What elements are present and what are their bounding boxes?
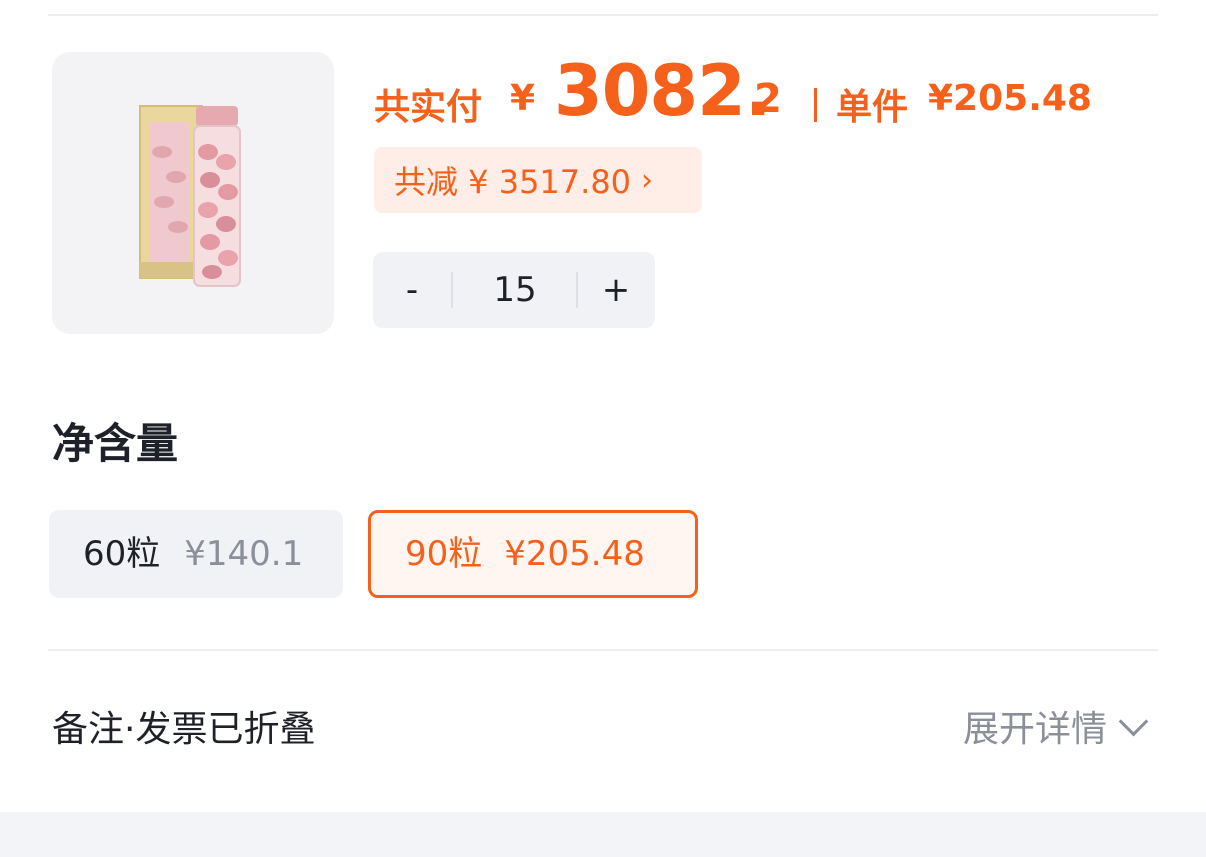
price-separator xyxy=(814,88,817,122)
total-price-decimal: 2 xyxy=(754,76,782,122)
chevron-down-icon xyxy=(1118,706,1149,736)
expand-details-button[interactable]: 展开详情 xyxy=(962,700,1149,752)
unit-price: ¥205.48 xyxy=(928,78,1092,119)
product-bottle-icon xyxy=(139,105,241,287)
section-divider xyxy=(48,649,1158,651)
total-price-label: 共实付 xyxy=(374,87,483,128)
expand-details-label: 展开详情 xyxy=(962,709,1107,750)
increment-button[interactable]: + xyxy=(577,252,655,328)
spec-option-price: ¥140.1 xyxy=(184,534,304,574)
bottom-band xyxy=(0,812,1206,857)
quantity-value[interactable]: 15 xyxy=(453,252,577,328)
currency-symbol: ¥ xyxy=(510,78,536,119)
total-price-integer: 3082. xyxy=(554,50,771,132)
spec-option-60[interactable]: 60粒 ¥140.1 xyxy=(49,510,343,598)
spec-section-title: 净含量 xyxy=(52,419,179,468)
remarks-invoice-collapsed: 备注·发票已折叠 xyxy=(52,709,316,750)
price-row: 共实付 ¥ 3082. 2 单件 ¥205.48 xyxy=(374,50,1174,132)
unit-price-label: 单件 xyxy=(836,87,909,128)
product-image[interactable] xyxy=(52,52,334,334)
chevron-right-icon: › xyxy=(641,162,654,198)
spec-option-label: 60粒 xyxy=(83,534,161,574)
spec-option-label: 90粒 xyxy=(405,534,483,574)
decrement-button[interactable]: - xyxy=(373,252,451,328)
spec-option-90-selected[interactable]: 90粒 ¥205.48 xyxy=(368,510,698,598)
quantity-stepper: - 15 + xyxy=(373,252,655,328)
spec-option-price: ¥205.48 xyxy=(504,534,645,574)
discount-text: 共减 ¥ 3517.80 xyxy=(394,163,632,201)
discount-pill[interactable]: 共减 ¥ 3517.80 › xyxy=(374,147,702,213)
top-divider xyxy=(48,14,1158,16)
